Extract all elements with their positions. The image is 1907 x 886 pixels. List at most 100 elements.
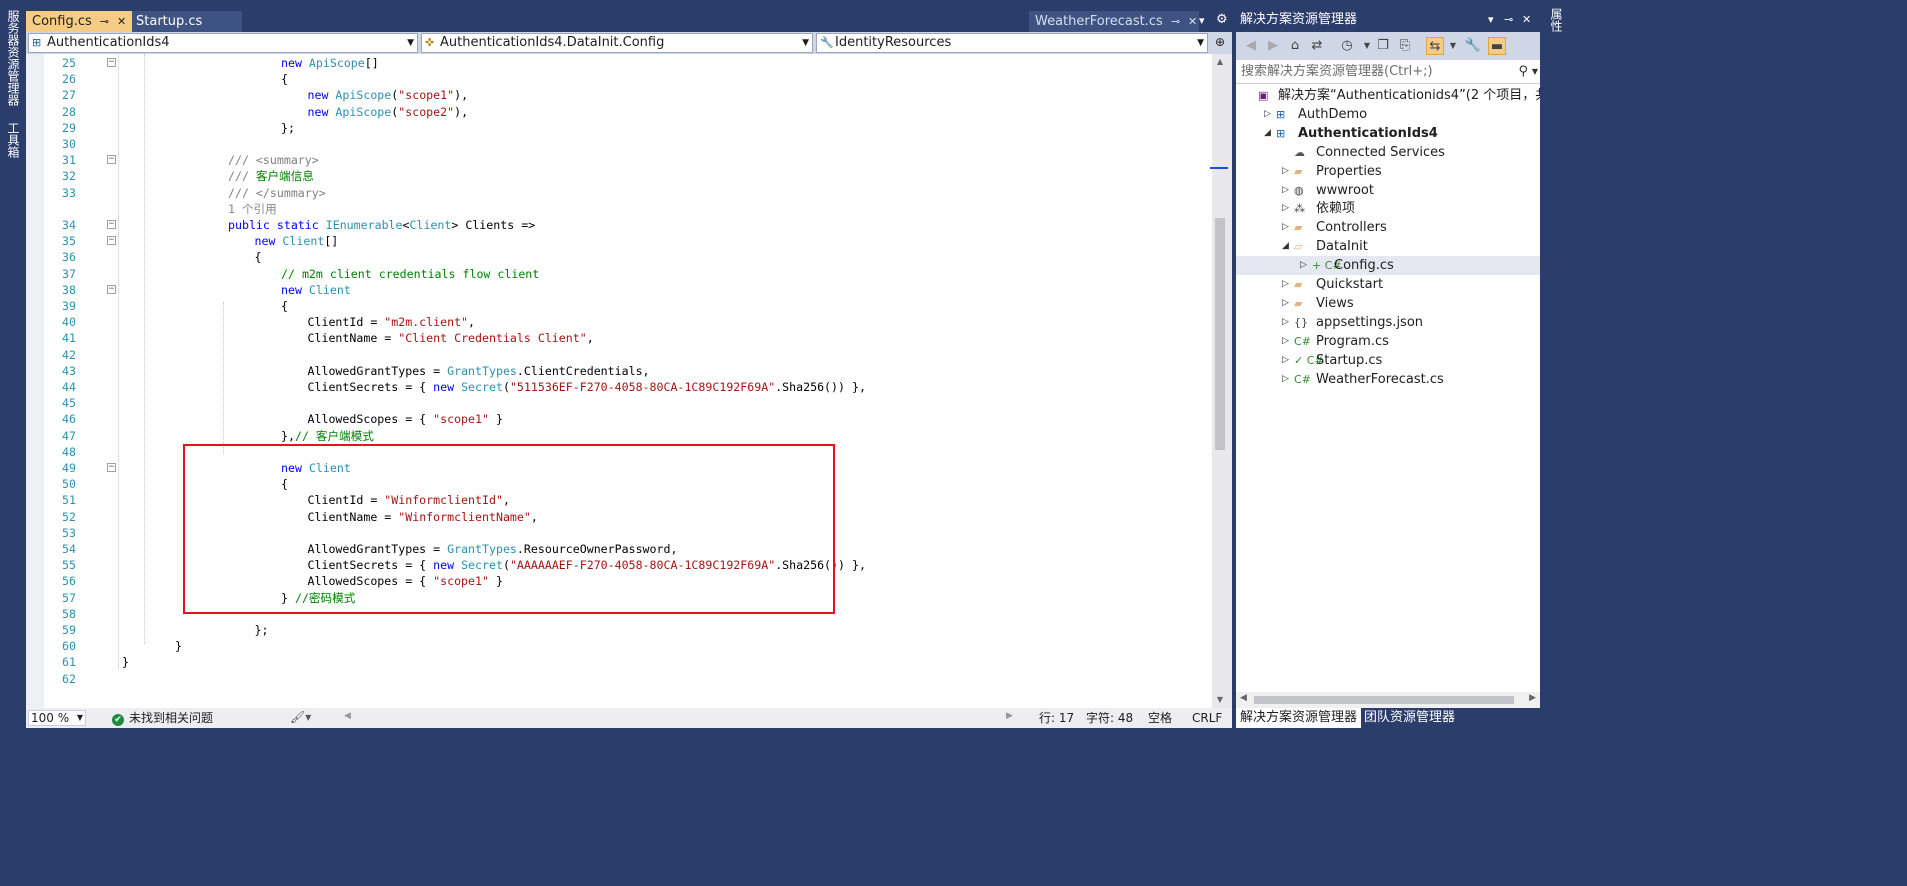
tab-overflow-icon[interactable]: ▾ [1199,14,1205,27]
collapsed-arrow-icon[interactable]: ▷ [1282,181,1292,200]
code-line[interactable]: 59}; [44,622,1212,638]
collapsed-arrow-icon[interactable]: ▷ [1282,275,1292,294]
code-line[interactable]: 52 ClientName = "WinformclientName", [44,509,1212,525]
code-line[interactable]: 35 − new Client[] [44,233,1212,249]
code-line[interactable]: 48 [44,444,1212,460]
pin-icon[interactable]: ⊸ [1171,11,1180,32]
tab-startup-cs[interactable]: Startup.cs [132,11,242,32]
search-icon[interactable]: ⚲ [1518,60,1528,84]
code-line[interactable]: 44 ClientSecrets = { new Secret("511536EF… [44,379,1212,395]
code-line[interactable]: 40 ClientId = "m2m.client", [44,314,1212,330]
scroll-left-icon[interactable]: ◀ [1240,693,1247,703]
home-icon[interactable]: ⌂ [1286,37,1304,55]
whitespace-indicator[interactable]: 空格 [1148,710,1172,726]
code-line[interactable]: 61} [44,654,1212,670]
code-line[interactable]: 56 AllowedScopes = { "scope1" } [44,573,1212,589]
code-line[interactable]: 57} //密码模式 [44,590,1212,606]
close-icon[interactable]: ✕ [1522,8,1531,32]
code-line[interactable]: 1 个引用 [44,201,1212,217]
code-line[interactable]: 28 new ApiScope("scope2"), [44,104,1212,120]
tree-item[interactable]: ▷ ⊞ AuthDemo [1236,105,1540,124]
scroll-up-icon[interactable]: ▲ [1212,54,1228,70]
scroll-right-icon[interactable]: ▶ [1529,693,1536,703]
tree-item[interactable]: ◢ ⊞ AuthenticationIds4 [1236,124,1540,143]
zoom-level-dropdown[interactable]: 100 % ▼ [28,710,86,726]
scroll-down-icon[interactable]: ▼ [1212,692,1228,708]
code-line[interactable]: 54 AllowedGrantTypes = GrantTypes.Resourc… [44,541,1212,557]
code-line[interactable]: 37 // m2m client credentials flow client [44,266,1212,282]
solution-search-input[interactable]: 搜索解决方案资源管理器(Ctrl+;) ⚲ ▼ [1236,60,1540,84]
window-position-icon[interactable]: ▾ [1488,8,1494,32]
chevron-down-icon[interactable]: ▼ [1532,60,1538,84]
server-explorer-tab[interactable]: 服务器资源管理器 [5,10,22,106]
collapsed-arrow-icon[interactable]: ▷ [1282,351,1292,370]
tree-item[interactable]: ▷{} appsettings.json [1236,313,1540,332]
tree-item[interactable]: ◢ ▱ DataInit [1236,237,1540,256]
code-line[interactable]: 49 − new Client [44,460,1212,476]
code-line[interactable]: 38 − new Client [44,282,1212,298]
editor-splitter[interactable] [1228,54,1232,708]
close-icon[interactable]: ✕ [1188,11,1197,32]
tree-item[interactable]: ▷ ▰ Quickstart [1236,275,1540,294]
back-icon[interactable]: ◀ [1242,37,1260,55]
collapse-icon[interactable]: − [107,236,116,246]
tree-item[interactable]: ▣ 解决方案“Authenticationids4”(2 个项目，共 2 个 [1236,86,1540,105]
code-line[interactable]: 51 ClientId = "WinformclientId", [44,492,1212,508]
code-line[interactable]: 60} [44,638,1212,654]
code-line[interactable]: 36 { [44,249,1212,265]
code-line[interactable]: 46 AllowedScopes = { "scope1" } [44,411,1212,427]
collapsed-arrow-icon[interactable]: ▷ [1264,105,1274,124]
collapsed-arrow-icon[interactable]: ▷ [1282,294,1292,313]
code-line[interactable]: 62 [44,671,1212,687]
preview-selected-items-icon[interactable]: ▬ [1488,37,1506,55]
code-cleanup-icon[interactable]: 🖌▾ [290,710,311,724]
issues-indicator[interactable]: ✔ 未找到相关问题 [112,710,213,726]
tree-item[interactable]: ▷ C# WeatherForecast.cs [1236,370,1540,389]
switch-views-icon[interactable]: ⇄ [1308,37,1326,55]
code-line[interactable]: 31 − /// <summary> [44,152,1212,168]
tree-item[interactable]: ▷ ▰ Controllers [1236,218,1540,237]
code-line[interactable]: 32 /// 客户端信息 [44,168,1212,184]
code-line[interactable]: 39 { [44,298,1212,314]
tab-team-explorer[interactable]: 团队资源管理器 [1360,708,1459,728]
sync-with-active-document-icon[interactable]: ⇆ [1426,37,1444,55]
tab-config-cs[interactable]: Config.cs ⊸ ✕ [26,11,132,32]
code-line[interactable]: 29}; [44,120,1212,136]
tree-item[interactable]: ▷ ⁂ 依赖项 [1236,199,1540,218]
close-icon[interactable]: ✕ [117,11,126,32]
collapsed-arrow-icon[interactable]: ▷ [1282,162,1292,181]
collapsed-arrow-icon[interactable]: ▷ [1300,256,1310,275]
tree-item[interactable]: ▷ + C# Config.cs [1236,256,1540,276]
editor-vertical-scrollbar[interactable]: ▲ ▼ [1210,54,1230,708]
collapse-all-icon[interactable]: ❐ [1374,37,1392,55]
tree-item[interactable]: ▷ ▰ Properties [1236,162,1540,181]
tab-solution-explorer[interactable]: 解决方案资源管理器 [1236,708,1362,728]
line-number-indicator[interactable]: 行: 17 [1039,710,1074,726]
tree-item[interactable]: ▷ ▰ Views [1236,294,1540,313]
collapse-icon[interactable]: − [107,284,116,294]
code-line[interactable]: 55 ClientSecrets = { new Secret("AAAAAAEF… [44,557,1212,573]
tab-weatherforecast-cs[interactable]: WeatherForecast.cs ⊸ ✕ [1029,11,1199,32]
solution-horizontal-scrollbar[interactable]: ◀ ▶ [1236,692,1540,708]
properties-tab[interactable]: 属性 [1548,8,1565,32]
code-line[interactable]: 45 [44,395,1212,411]
code-line[interactable]: 41 ClientName = "Client Credentials Clien… [44,330,1212,346]
collapsed-arrow-icon[interactable]: ▷ [1282,313,1292,332]
tree-item[interactable]: ▷ ◍ wwwroot [1236,181,1540,200]
code-line[interactable]: 25 − new ApiScope[] [44,55,1212,71]
member-dropdown[interactable]: 🔧 IdentityResources ▼ [816,33,1208,53]
tree-item[interactable]: ☁ Connected Services [1236,143,1540,162]
expanded-arrow-icon[interactable]: ◢ [1282,237,1292,256]
wrench-icon[interactable]: 🔧 [1464,37,1482,55]
scroll-left-icon[interactable]: ◀ [344,711,351,721]
code-line[interactable]: 26 { [44,71,1212,87]
type-dropdown[interactable]: ✜ AuthenticationIds4.DataInit.Config ▼ [421,33,813,53]
code-line[interactable]: 50 { [44,476,1212,492]
tree-item[interactable]: ▷ C# Program.cs [1236,332,1540,351]
code-line[interactable]: 42 [44,347,1212,363]
scroll-right-icon[interactable]: ▶ [1006,711,1013,721]
toolbox-tab[interactable]: 工具箱 [5,122,22,158]
code-line[interactable]: 58 [44,606,1212,622]
expanded-arrow-icon[interactable]: ◢ [1264,124,1274,143]
split-editor-icon[interactable]: ⊕ [1211,35,1229,51]
